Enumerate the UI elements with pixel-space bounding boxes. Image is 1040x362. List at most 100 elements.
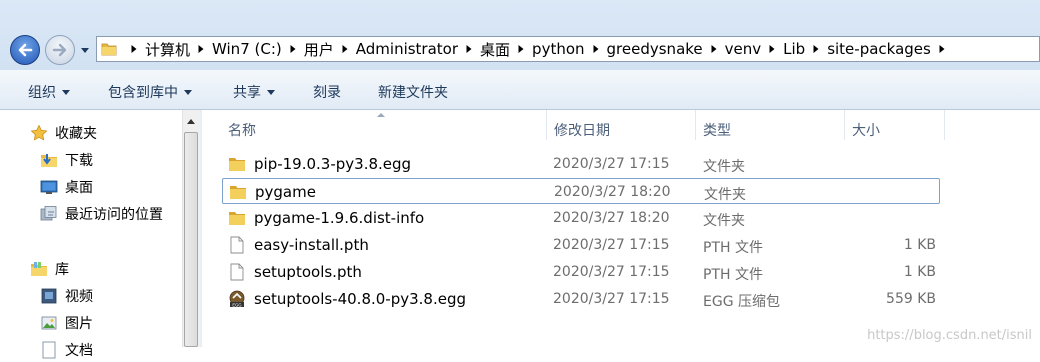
file-icon [230, 236, 244, 254]
file-row[interactable]: pygame 2020/3/27 18:20 文件夹 [222, 178, 940, 204]
column-header-size[interactable]: 大小 [852, 120, 880, 140]
dropdown-arrow-icon [267, 90, 275, 95]
scroll-up-icon[interactable] [187, 119, 195, 124]
picture-library-icon [41, 316, 57, 330]
share-button[interactable]: 共享 [233, 82, 275, 102]
file-name: setuptools-40.8.0-py3.8.egg [254, 290, 466, 308]
breadcrumb-item[interactable]: greedysnake [607, 40, 703, 58]
column-divider[interactable] [695, 110, 696, 140]
new-folder-button[interactable]: 新建文件夹 [378, 82, 448, 102]
forward-arrow-icon [52, 43, 67, 57]
breadcrumb-item[interactable]: 计算机 [145, 39, 190, 60]
file-type: 文件夹 [703, 213, 745, 229]
organize-menu-button[interactable]: 组织 [28, 82, 70, 102]
file-type: PTH 文件 [703, 267, 763, 283]
history-dropdown-icon[interactable] [80, 45, 90, 55]
file-list: 名称 修改日期 类型 大小 pip-19.0.3-py3.8.egg 2020/3… [202, 110, 1040, 347]
breadcrumb-item[interactable]: Win7 (C:) [212, 40, 282, 58]
nav-item-videos[interactable]: 视频 [40, 284, 93, 308]
document-library-icon [42, 341, 56, 359]
breadcrumb-separator-icon[interactable] [517, 44, 525, 54]
egg-archive-icon: EGG [229, 290, 245, 307]
file-icon [230, 263, 244, 281]
file-row[interactable]: pygame-1.9.6.dist-info 2020/3/27 18:20 文件夹 [222, 205, 940, 231]
nav-item-favorites[interactable]: 收藏夹 [30, 121, 97, 145]
breadcrumb-item[interactable]: 用户 [304, 39, 334, 60]
breadcrumb-separator-icon[interactable] [341, 44, 349, 54]
file-name: pygame-1.9.6.dist-info [254, 209, 425, 227]
nav-label: 文档 [65, 343, 93, 359]
file-size: 1 KB [903, 237, 936, 253]
breadcrumb-separator-icon[interactable] [197, 44, 205, 54]
breadcrumb-item[interactable]: venv [725, 40, 762, 58]
nav-item-libraries[interactable]: 库 [30, 257, 69, 281]
breadcrumb-item[interactable]: Administrator [356, 40, 458, 58]
breadcrumb-separator-icon[interactable] [592, 44, 600, 54]
address-bar-area: 计算机 Win7 (C:) 用户 Administrator 桌面 python greed… [0, 0, 1040, 70]
column-divider[interactable] [844, 110, 845, 140]
file-date: 2020/3/27 17:15 [553, 291, 670, 307]
breadcrumb-separator-icon[interactable] [710, 44, 718, 54]
forward-button[interactable] [45, 35, 75, 65]
star-icon [30, 124, 48, 141]
file-size: 1 KB [903, 264, 936, 280]
back-button[interactable] [10, 35, 40, 65]
file-row[interactable]: pip-19.0.3-py3.8.egg 2020/3/27 17:15 文件夹 [222, 151, 940, 177]
nav-item-pictures[interactable]: 图片 [40, 311, 93, 335]
file-date: 2020/3/27 17:15 [553, 264, 670, 280]
breadcrumb-separator-icon[interactable] [130, 44, 138, 54]
address-bar[interactable]: 计算机 Win7 (C:) 用户 Administrator 桌面 python greed… [96, 36, 1040, 62]
nav-item-desktop[interactable]: 桌面 [40, 175, 93, 199]
file-row[interactable]: setuptools.pth 2020/3/27 17:15 PTH 文件 1 KB [222, 259, 940, 285]
folder-icon [101, 43, 117, 56]
column-header-type[interactable]: 类型 [703, 120, 731, 140]
nav-item-recent-places[interactable]: 最近访问的位置 [40, 202, 163, 226]
command-toolbar: 组织 包含到库中 共享 刻录 新建文件夹 [0, 70, 1040, 110]
nav-label: 库 [55, 262, 69, 278]
file-name: pygame [255, 183, 316, 201]
column-divider[interactable] [546, 110, 547, 140]
include-in-library-label: 包含到库中 [108, 85, 178, 101]
file-size: 559 KB [886, 291, 936, 307]
libraries-icon [31, 262, 47, 276]
file-row[interactable]: EGG setuptools-40.8.0-py3.8.egg 2020/3/27 … [222, 286, 940, 312]
breadcrumb: 计算机 Win7 (C:) 用户 Administrator 桌面 python greed… [123, 39, 953, 60]
folder-icon [230, 186, 246, 199]
navigation-pane: 收藏夹 下载 桌面 最近访问的位置 库 视频 图片 文档 [0, 110, 182, 359]
file-type: 文件夹 [703, 159, 745, 175]
folder-icon [229, 158, 245, 171]
nav-label: 最近访问的位置 [65, 207, 163, 223]
breadcrumb-separator-icon[interactable] [938, 44, 946, 54]
share-label: 共享 [233, 85, 261, 101]
file-type: PTH 文件 [703, 240, 763, 256]
column-divider[interactable] [944, 110, 945, 140]
nav-label: 视频 [65, 289, 93, 305]
nav-item-downloads[interactable]: 下载 [40, 148, 93, 172]
desktop-icon [40, 180, 58, 194]
nav-item-documents[interactable]: 文档 [40, 338, 93, 362]
burn-button[interactable]: 刻录 [313, 82, 341, 102]
column-header-date[interactable]: 修改日期 [554, 120, 610, 140]
scrollbar-thumb[interactable] [184, 132, 198, 347]
breadcrumb-item[interactable]: python [532, 40, 584, 58]
breadcrumb-separator-icon[interactable] [768, 44, 776, 54]
file-row[interactable]: easy-install.pth 2020/3/27 17:15 PTH 文件 1 K… [222, 232, 940, 258]
breadcrumb-separator-icon[interactable] [465, 44, 473, 54]
file-name: easy-install.pth [254, 236, 369, 254]
breadcrumb-separator-icon[interactable] [289, 44, 297, 54]
dropdown-arrow-icon [62, 90, 70, 95]
breadcrumb-separator-icon[interactable] [812, 44, 820, 54]
back-arrow-icon [18, 43, 33, 57]
video-library-icon [41, 288, 57, 304]
column-header-name[interactable]: 名称 [228, 120, 256, 140]
breadcrumb-item[interactable]: 桌面 [480, 39, 510, 60]
navigation-scrollbar[interactable] [182, 110, 200, 347]
nav-label: 收藏夹 [55, 126, 97, 142]
breadcrumb-item[interactable]: site-packages [827, 40, 931, 58]
watermark: https://blog.csdn.net/isnil [867, 328, 1032, 343]
breadcrumb-item[interactable]: Lib [783, 40, 805, 58]
file-date: 2020/3/27 18:20 [554, 184, 671, 200]
downloads-folder-icon [41, 154, 57, 167]
include-in-library-button[interactable]: 包含到库中 [108, 82, 192, 102]
file-date: 2020/3/27 17:15 [553, 156, 670, 172]
